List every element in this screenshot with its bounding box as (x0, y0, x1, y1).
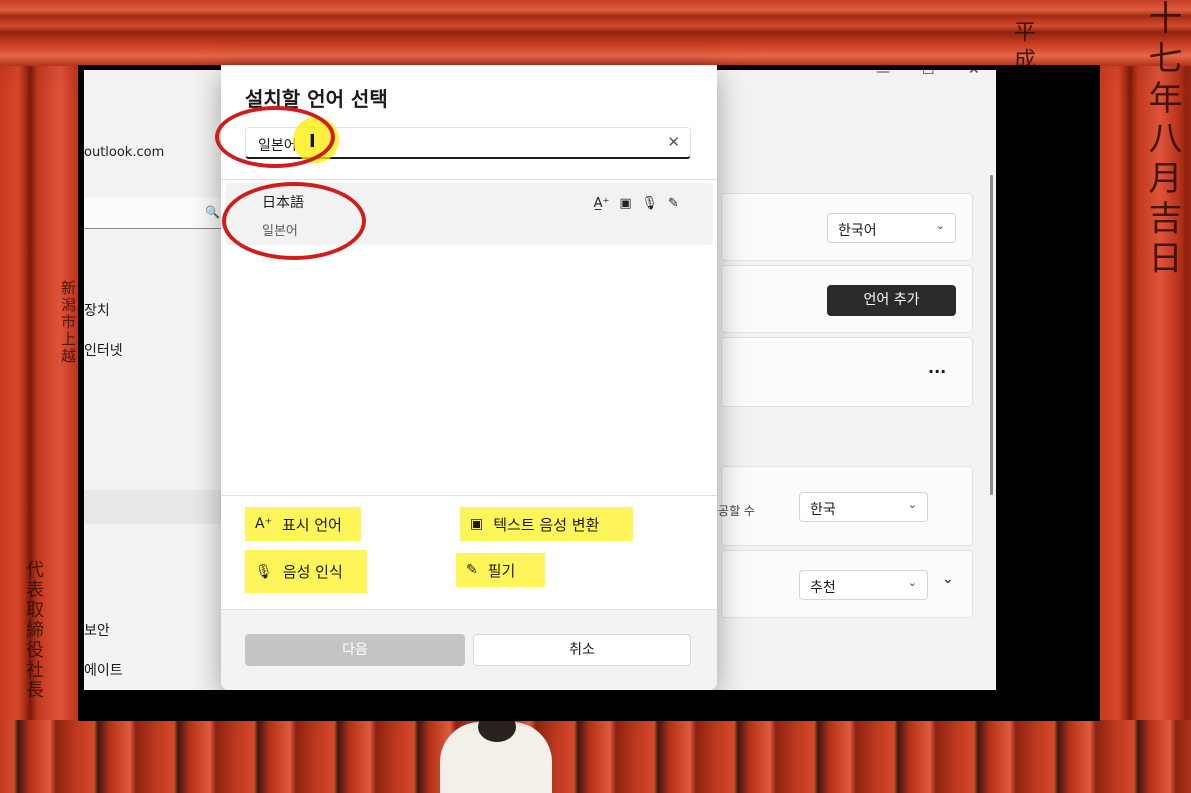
display-language-card: 한국어 ⌄ (721, 193, 973, 261)
legend-label: 음성 인식 (282, 563, 343, 581)
dropdown-value: 한국 (810, 502, 836, 518)
cancel-button[interactable]: 취소 (473, 634, 691, 666)
kanji-inscription: 新潟市上越 (59, 280, 77, 365)
add-language-button[interactable]: 언어 추가 (827, 285, 956, 316)
dropdown-value: 추천 (810, 580, 836, 596)
handwriting-icon: ✎ (466, 562, 478, 578)
minimize-button[interactable]: — (876, 70, 890, 80)
kanji-inscription: 十七年八月吉日 (1142, 0, 1182, 280)
search-icon: 🔍 (205, 205, 220, 219)
nav-item-selected[interactable] (84, 490, 244, 524)
settings-search-input[interactable]: 🔍 (84, 198, 226, 229)
display-language-icon: A̲⁺ (593, 196, 610, 211)
region-card: 제공할 수 한국 ⌄ (707, 466, 973, 546)
dialog-footer: 다음 취소 (221, 609, 717, 690)
language-entry-card: ... (721, 337, 973, 407)
nav-item-devices[interactable]: 장치 (84, 300, 110, 320)
preferred-languages-card: 언어 추가 (721, 265, 973, 333)
maximize-button[interactable]: ☐ (922, 70, 935, 78)
nav-item-update[interactable]: 에이트 (84, 660, 123, 680)
legend-label: 표시 언어 (281, 515, 342, 534)
nav-item-security[interactable]: 보안 (84, 620, 110, 640)
close-button[interactable]: ✕ (968, 70, 980, 78)
chevron-down-icon: ⌄ (907, 576, 917, 589)
more-options-icon[interactable]: ... (928, 358, 946, 377)
format-dropdown[interactable]: 추천 ⌄ (799, 570, 928, 600)
legend-label: 필기 (487, 561, 516, 580)
divider (221, 179, 717, 180)
handwriting-icon: ✎ (668, 196, 679, 211)
speech-recognition-icon: 🎙 (641, 196, 658, 211)
chevron-down-icon: ⌄ (935, 219, 945, 232)
divider (221, 495, 717, 496)
feature-icons: A̲⁺ ▣ 🎙 ✎ (593, 195, 682, 212)
text-to-speech-icon: ▣ (619, 196, 632, 211)
nav-item-network[interactable]: 인터넷 (84, 340, 123, 360)
legend-text-to-speech: ▣ 텍스트 음성 변환 (460, 507, 633, 541)
torii-path (0, 720, 1191, 793)
format-card: 추천 ⌄ ⌄ (721, 550, 973, 618)
dropdown-value: 한국어 (838, 223, 877, 239)
legend-speech-recognition: 🎙 음성 인식 (245, 550, 367, 593)
region-dropdown[interactable]: 한국 ⌄ (799, 492, 928, 522)
legend-label: 텍스트 음성 변환 (493, 515, 600, 534)
kanji-inscription: 代表取締役社長 (23, 560, 44, 700)
display-language-dropdown[interactable]: 한국어 ⌄ (827, 213, 956, 243)
legend-display-language: A⁺ 표시 언어 (245, 507, 361, 541)
account-email: outlook.com (84, 145, 165, 160)
legend-handwriting: ✎ 필기 (456, 553, 545, 587)
speech-recognition-icon: 🎙 (255, 563, 273, 580)
next-button[interactable]: 다음 (245, 634, 465, 666)
scrollbar[interactable] (990, 175, 993, 495)
chevron-down-icon: ⌄ (907, 498, 917, 511)
clear-icon[interactable]: ✕ (667, 133, 680, 151)
annotation-circle (215, 106, 335, 168)
annotation-circle (222, 182, 366, 260)
display-language-icon: A⁺ (255, 516, 272, 532)
expand-chevron-icon[interactable]: ⌄ (942, 571, 954, 587)
text-to-speech-icon: ▣ (470, 516, 484, 532)
